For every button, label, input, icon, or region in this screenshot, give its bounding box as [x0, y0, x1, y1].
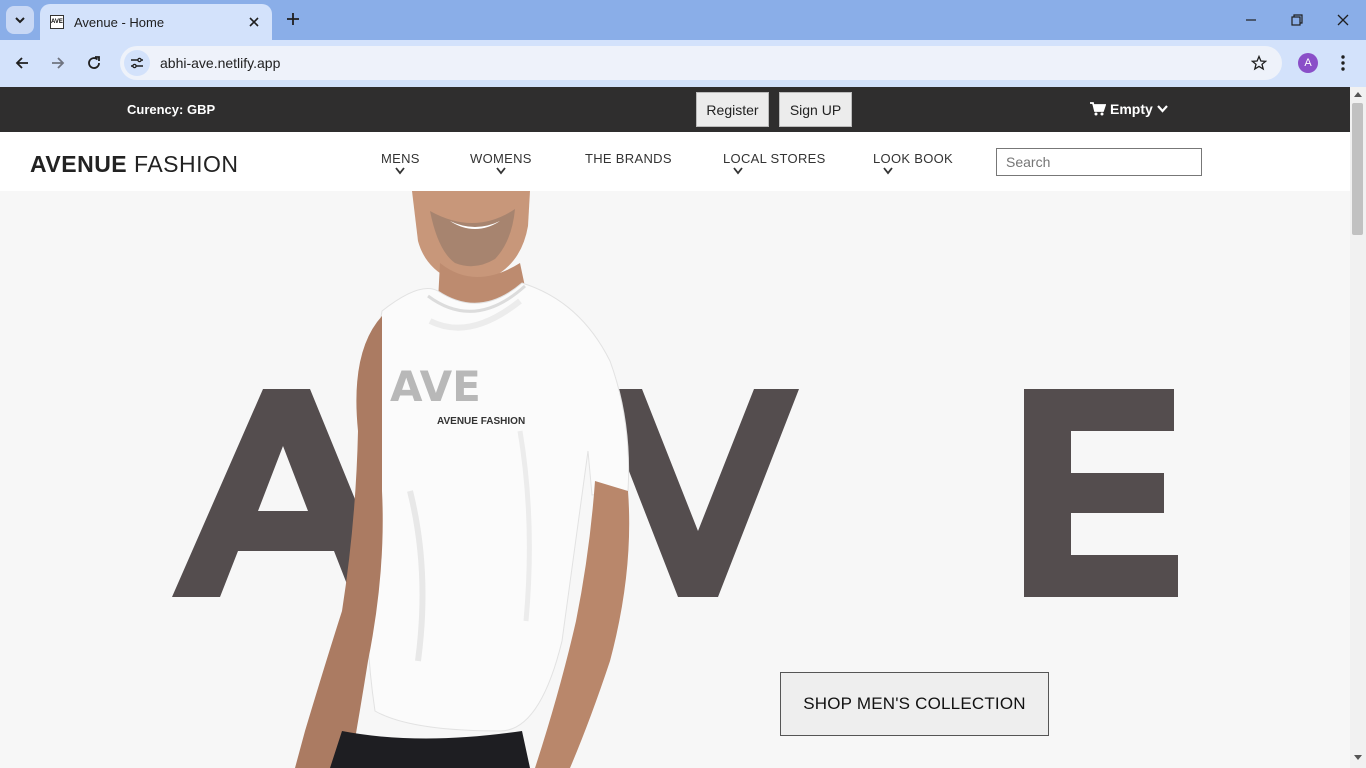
shirt-caption: AVENUE FASHION	[437, 416, 525, 427]
nav-label: LOCAL STORES	[723, 151, 826, 166]
close-window-button[interactable]	[1329, 8, 1357, 32]
address-bar[interactable]: abhi-ave.netlify.app	[120, 46, 1282, 80]
currency-selector[interactable]: Curency: GBP	[127, 102, 215, 117]
cart-dropdown[interactable]: Empty	[1090, 101, 1168, 117]
profile-avatar[interactable]: A	[1298, 53, 1318, 73]
site-info-button[interactable]	[124, 50, 150, 76]
search-input[interactable]	[1006, 154, 1187, 170]
arrow-left-icon	[15, 57, 28, 69]
top-bar: Curency: GBP Register Sign UP Empty	[0, 87, 1350, 132]
cart-label: Empty	[1110, 101, 1153, 117]
nav-mens[interactable]: MENS	[381, 151, 420, 175]
browser-tab-active[interactable]: AVE Avenue - Home	[40, 4, 272, 40]
page-scrollbar[interactable]	[1350, 87, 1366, 768]
model-image: AVE AVENUE FASHION	[295, 191, 630, 768]
shopping-cart-icon	[1090, 102, 1106, 116]
site-header: AVENUE FASHION MENS WOMENS THE BRANDS LO…	[0, 132, 1350, 191]
nav-label: WOMENS	[470, 151, 532, 166]
browser-tabstrip: AVE Avenue - Home	[0, 0, 1366, 40]
tab-title: Avenue - Home	[74, 14, 165, 30]
minimize-button[interactable]	[1237, 8, 1265, 32]
arrow-right-icon	[52, 57, 65, 69]
hero-banner: AVE AVENUE FASHION SHOP MEN'S COLLECTION	[0, 191, 1350, 768]
hero-letters	[172, 389, 1178, 597]
scrollbar-thumb[interactable]	[1352, 103, 1363, 235]
nav-label: THE BRANDS	[585, 151, 672, 166]
new-tab-button[interactable]	[282, 8, 304, 30]
nav-label: LOOK BOOK	[873, 151, 954, 166]
plus-icon	[287, 13, 299, 25]
hero-letter-e	[1024, 389, 1178, 597]
browser-toolbar: abhi-ave.netlify.app A	[0, 40, 1366, 87]
back-button[interactable]	[9, 50, 35, 76]
favicon-icon: AVE	[50, 15, 64, 29]
shop-mens-collection-button[interactable]: SHOP MEN'S COLLECTION	[780, 672, 1049, 736]
bookmark-button[interactable]	[1246, 50, 1272, 76]
nav-local-stores[interactable]: LOCAL STORES	[723, 151, 826, 175]
chevron-down-icon	[15, 17, 25, 24]
chevron-down-icon	[733, 167, 743, 175]
browser-menu-button[interactable]	[1332, 52, 1354, 74]
logo-bold: AVENUE	[30, 151, 128, 177]
chevron-down-icon	[496, 167, 506, 175]
tune-icon	[131, 57, 143, 69]
restore-icon	[1291, 14, 1303, 26]
chevron-down-icon	[395, 167, 406, 175]
shirt-print-text: AVE	[390, 362, 481, 411]
web-page: Curency: GBP Register Sign UP Empty AVEN…	[0, 87, 1350, 768]
site-logo[interactable]: AVENUE FASHION	[30, 151, 239, 178]
nav-label: MENS	[381, 151, 420, 166]
star-icon	[1251, 55, 1267, 71]
reload-button[interactable]	[81, 50, 107, 76]
chevron-down-icon	[1156, 105, 1168, 113]
tab-close-button[interactable]	[246, 14, 262, 30]
scroll-down-icon[interactable]	[1354, 755, 1362, 760]
minimize-icon	[1246, 19, 1256, 21]
nav-look-book[interactable]: LOOK BOOK	[873, 151, 953, 175]
logo-light: FASHION	[134, 151, 239, 177]
register-button[interactable]: Register	[696, 92, 769, 127]
signup-button[interactable]: Sign UP	[779, 92, 852, 127]
close-icon	[1337, 14, 1349, 26]
more-vertical-icon	[1341, 55, 1345, 71]
chevron-down-icon	[883, 167, 893, 175]
scroll-up-icon[interactable]	[1354, 92, 1362, 97]
search-box	[996, 148, 1202, 176]
tab-search-button[interactable]	[6, 6, 34, 34]
forward-button[interactable]	[45, 50, 71, 76]
nav-the-brands[interactable]: THE BRANDS	[585, 151, 672, 166]
url-text[interactable]: abhi-ave.netlify.app	[160, 55, 1246, 71]
nav-womens[interactable]: WOMENS	[470, 151, 532, 175]
close-icon	[249, 17, 259, 27]
restore-button[interactable]	[1283, 8, 1311, 32]
reload-icon	[88, 56, 100, 69]
